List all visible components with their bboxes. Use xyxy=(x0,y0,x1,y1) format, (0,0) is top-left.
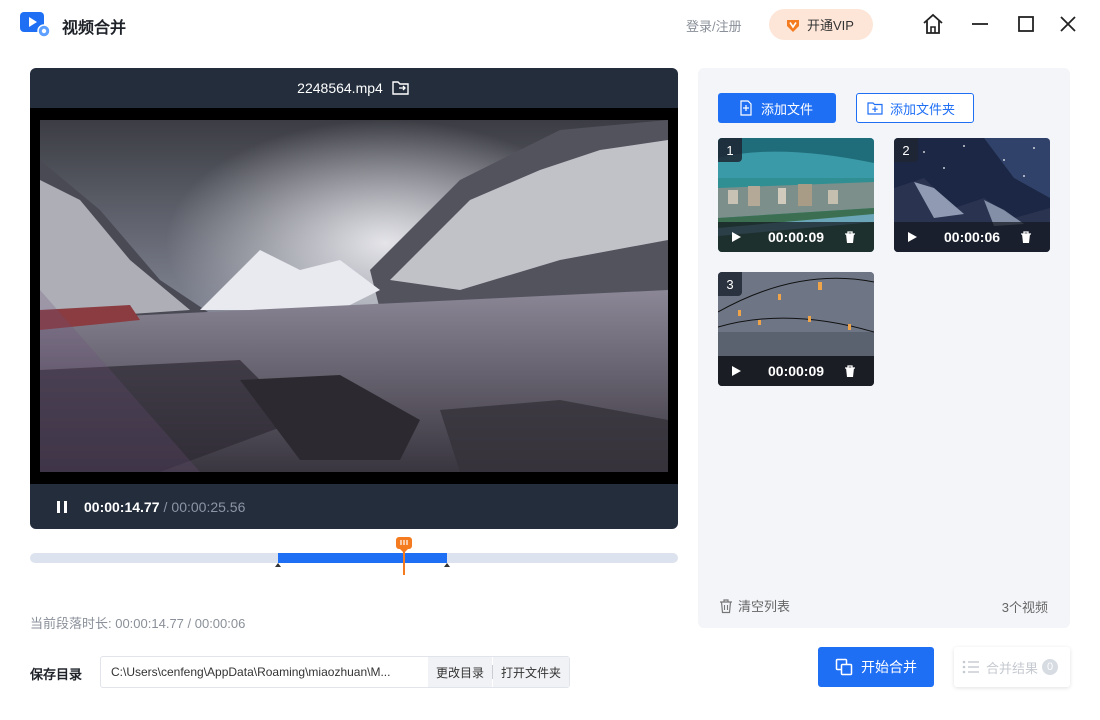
video-thumbnail[interactable]: 1 00:00:09 xyxy=(718,138,874,252)
playhead-marker[interactable] xyxy=(395,537,413,575)
thumbnail-duration: 00:00:06 xyxy=(944,229,1001,245)
trash-icon[interactable] xyxy=(844,364,856,378)
clear-list-button[interactable]: 清空列表 xyxy=(718,596,790,615)
add-file-label: 添加文件 xyxy=(761,101,814,117)
add-file-icon xyxy=(740,100,752,116)
thumbnail-bar: 00:00:06 xyxy=(894,222,1050,252)
trash-icon[interactable] xyxy=(844,230,856,244)
title-bar: 视频合并 登录/注册 开通VIP xyxy=(0,0,1100,48)
add-folder-button[interactable]: 添加文件夹 xyxy=(856,93,974,123)
vip-crown-icon xyxy=(787,19,799,32)
timeline-selection[interactable] xyxy=(278,553,447,563)
thumbnail-index: 2 xyxy=(894,138,918,162)
start-merge-label: 开始合并 xyxy=(861,659,917,675)
result-count-badge: 0 xyxy=(1042,659,1059,675)
change-directory-button[interactable]: 更改目录 xyxy=(427,657,492,687)
app-title: 视频合并 xyxy=(62,20,127,37)
vip-label: 开通VIP xyxy=(807,18,854,33)
play-icon[interactable] xyxy=(906,231,918,243)
video-canvas[interactable] xyxy=(30,108,678,484)
segment-duration-info: 当前段落时长: 00:00:14.77 / 00:00:06 xyxy=(30,616,246,631)
timeline-track[interactable] xyxy=(30,553,678,567)
add-folder-label: 添加文件夹 xyxy=(890,101,956,117)
total-duration: 00:00:25.56 xyxy=(171,498,246,515)
thumbnail-duration: 00:00:09 xyxy=(768,229,825,245)
thumbnail-bar: 00:00:09 xyxy=(718,222,874,252)
maximize-icon[interactable] xyxy=(1014,12,1038,36)
home-icon[interactable] xyxy=(921,12,945,36)
video-frame-image xyxy=(40,120,668,472)
list-icon xyxy=(962,660,979,674)
selection-end-handle[interactable] xyxy=(444,563,450,567)
minimize-icon[interactable] xyxy=(968,12,992,36)
app-logo-icon xyxy=(20,12,50,38)
trash-icon[interactable] xyxy=(1020,230,1032,244)
login-register-link[interactable]: 登录/注册 xyxy=(686,16,742,35)
video-player: 2248564.mp4 00:00:14.77 / 00:00:25.56 xyxy=(30,68,678,529)
merge-result-label: 合并结果 xyxy=(986,660,1039,676)
time-separator: / xyxy=(163,498,168,515)
thumbnail-duration: 00:00:09 xyxy=(768,363,825,379)
pause-icon[interactable] xyxy=(54,499,70,515)
video-thumbnail[interactable]: 2 00:00:06 xyxy=(894,138,1050,252)
selection-start-handle[interactable] xyxy=(275,563,281,567)
open-vip-button[interactable]: 开通VIP xyxy=(769,9,873,40)
clear-list-label: 清空列表 xyxy=(738,599,791,614)
thumbnail-index: 3 xyxy=(718,272,742,296)
close-icon[interactable] xyxy=(1056,12,1080,36)
play-icon[interactable] xyxy=(730,365,742,377)
thumbnail-bar: 00:00:09 xyxy=(718,356,874,386)
video-thumbnail[interactable]: 3 00:00:09 xyxy=(718,272,874,386)
open-folder-button[interactable]: 打开文件夹 xyxy=(492,657,569,687)
thumbnail-index: 1 xyxy=(718,138,742,162)
file-list-panel: 添加文件 添加文件夹 1 00:00:09 2 00:00:06 3 00:00… xyxy=(698,68,1070,628)
video-filename: 2248564.mp4 xyxy=(297,80,383,96)
play-icon[interactable] xyxy=(730,231,742,243)
video-count: 3个视频 xyxy=(1001,600,1048,615)
player-header: 2248564.mp4 xyxy=(30,68,678,108)
merge-result-button[interactable]: 合并结果 0 xyxy=(954,647,1070,687)
merge-icon xyxy=(835,658,853,676)
add-folder-icon xyxy=(867,102,883,115)
add-file-button[interactable]: 添加文件 xyxy=(718,93,836,123)
save-path-field: C:\Users\cenfeng\AppData\Roaming\miaozhu… xyxy=(100,656,570,688)
start-merge-button[interactable]: 开始合并 xyxy=(818,647,934,687)
replace-file-icon[interactable] xyxy=(391,78,411,98)
trash-icon xyxy=(720,598,732,613)
save-directory-label: 保存目录 xyxy=(30,667,83,682)
current-time: 00:00:14.77 xyxy=(84,498,160,515)
save-path-text: C:\Users\cenfeng\AppData\Roaming\miaozhu… xyxy=(111,665,391,679)
playback-controls: 00:00:14.77 / 00:00:25.56 xyxy=(30,484,678,529)
